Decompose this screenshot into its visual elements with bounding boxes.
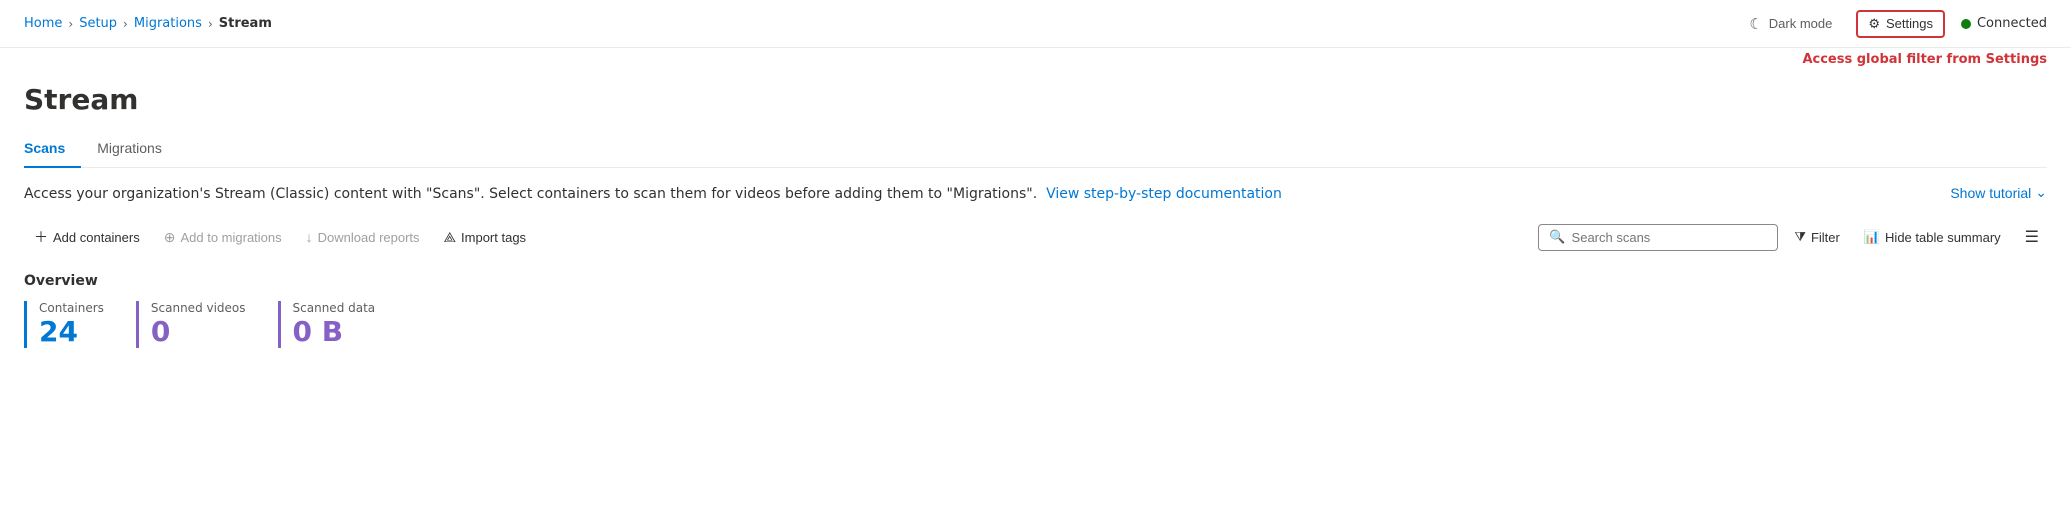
stat-scanned-videos-label: Scanned videos bbox=[151, 301, 246, 315]
description-text: Access your organization's Stream (Class… bbox=[24, 184, 1926, 205]
doc-link[interactable]: View step-by-step documentation bbox=[1046, 186, 1282, 202]
stat-scanned-videos: Scanned videos 0 bbox=[136, 301, 270, 348]
dark-mode-button[interactable]: ☾ Dark mode bbox=[1741, 11, 1840, 37]
filter-icon: ⧩ bbox=[1794, 229, 1806, 245]
plus-icon: ＋ bbox=[34, 227, 48, 247]
show-tutorial-button[interactable]: Show tutorial ⌄ bbox=[1950, 184, 2047, 201]
breadcrumb-migrations[interactable]: Migrations bbox=[134, 16, 202, 31]
overview-stats: Containers 24 Scanned videos 0 Scanned d… bbox=[24, 301, 2047, 348]
breadcrumb-current: Stream bbox=[219, 16, 272, 31]
action-bar: ＋ Add containers ⊕ Add to migrations ↓ D… bbox=[24, 221, 2047, 253]
action-bar-left: ＋ Add containers ⊕ Add to migrations ↓ D… bbox=[24, 221, 536, 253]
chevron-down-icon: ⌄ bbox=[2035, 184, 2047, 201]
settings-button[interactable]: ⚙ Settings bbox=[1856, 10, 1945, 38]
main-content: Stream Scans Migrations Access your orga… bbox=[0, 67, 2071, 364]
hamburger-icon: ☰ bbox=[2025, 229, 2039, 246]
breadcrumb-home[interactable]: Home bbox=[24, 16, 62, 31]
breadcrumb-sep-1: › bbox=[68, 17, 73, 31]
tab-bar: Scans Migrations bbox=[24, 132, 2047, 168]
breadcrumb-setup[interactable]: Setup bbox=[79, 16, 117, 31]
more-options-button[interactable]: ☰ bbox=[2017, 221, 2047, 253]
search-input[interactable] bbox=[1572, 230, 1768, 245]
page-title: Stream bbox=[24, 83, 2047, 116]
stat-scanned-data: Scanned data 0 B bbox=[278, 301, 400, 348]
stat-containers-label: Containers bbox=[39, 301, 104, 315]
action-bar-right: 🔍 ⧩ Filter 📊 Hide table summary ☰ bbox=[1538, 221, 2047, 253]
stat-containers-value: 24 bbox=[39, 317, 104, 348]
import-tags-button[interactable]: ⟁ Import tags bbox=[434, 223, 537, 252]
connected-indicator: Connected bbox=[1961, 16, 2047, 31]
breadcrumb-sep-2: › bbox=[123, 17, 128, 31]
stat-scanned-videos-value: 0 bbox=[151, 317, 246, 348]
breadcrumb: Home › Setup › Migrations › Stream bbox=[24, 16, 272, 31]
tab-migrations[interactable]: Migrations bbox=[81, 132, 178, 168]
search-icon: 🔍 bbox=[1549, 230, 1565, 245]
global-filter-notice: Access global filter from Settings bbox=[0, 48, 2071, 67]
moon-icon: ☾ bbox=[1749, 15, 1762, 33]
tag-icon: ⟁ bbox=[444, 229, 457, 246]
stat-scanned-data-value: 0 B bbox=[293, 317, 376, 348]
settings-label: Settings bbox=[1886, 16, 1933, 31]
search-box: 🔍 bbox=[1538, 224, 1778, 251]
connected-dot bbox=[1961, 19, 1971, 29]
chart-icon: 📊 bbox=[1864, 229, 1880, 245]
breadcrumb-sep-3: › bbox=[208, 17, 213, 31]
tab-scans[interactable]: Scans bbox=[24, 132, 81, 168]
stat-scanned-data-label: Scanned data bbox=[293, 301, 376, 315]
hide-table-summary-button[interactable]: 📊 Hide table summary bbox=[1856, 223, 2009, 251]
filter-button[interactable]: ⧩ Filter bbox=[1786, 223, 1848, 251]
stat-containers: Containers 24 bbox=[24, 301, 128, 348]
top-bar: Home › Setup › Migrations › Stream ☾ Dar… bbox=[0, 0, 2071, 48]
connected-label: Connected bbox=[1977, 16, 2047, 31]
plus-circle-icon: ⊕ bbox=[164, 229, 176, 246]
add-to-migrations-button[interactable]: ⊕ Add to migrations bbox=[154, 223, 292, 252]
description-row: Access your organization's Stream (Class… bbox=[24, 184, 2047, 205]
top-bar-right: ☾ Dark mode ⚙ Settings Connected bbox=[1741, 10, 2047, 38]
download-icon: ↓ bbox=[306, 229, 313, 245]
gear-icon: ⚙ bbox=[1868, 16, 1880, 32]
overview-title: Overview bbox=[24, 273, 2047, 289]
dark-mode-label: Dark mode bbox=[1769, 16, 1833, 31]
add-containers-button[interactable]: ＋ Add containers bbox=[24, 221, 150, 253]
download-reports-button[interactable]: ↓ Download reports bbox=[296, 223, 430, 251]
